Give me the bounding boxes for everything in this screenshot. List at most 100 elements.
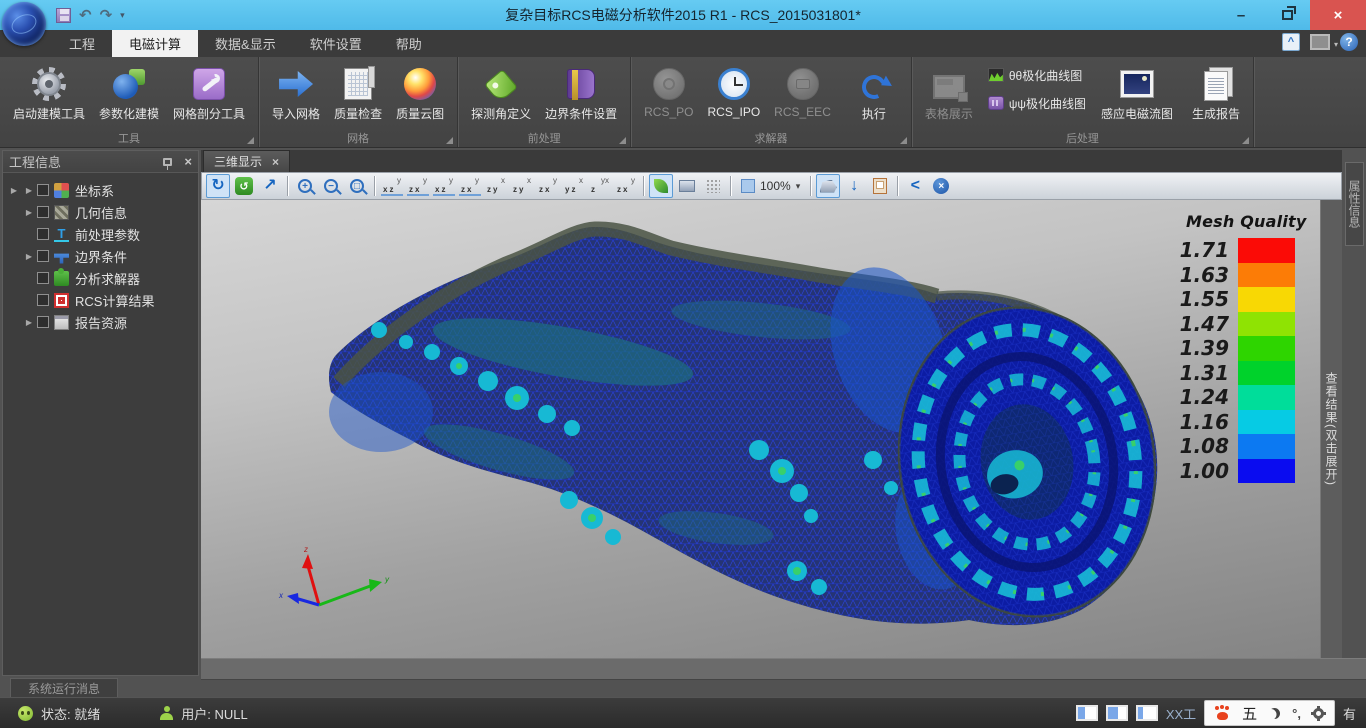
copy-image-button[interactable]: [868, 174, 892, 198]
user-text: 用户: NULL: [181, 704, 248, 723]
dialog-launcher-icon[interactable]: [446, 137, 453, 144]
zoom-out-button[interactable]: −: [319, 174, 343, 198]
import-mesh-button[interactable]: 导入网格: [265, 61, 327, 124]
tree-checkbox[interactable]: [37, 184, 49, 196]
layout-left-icon[interactable]: [1076, 705, 1098, 721]
minimize-button[interactable]: –: [1218, 0, 1264, 30]
dialog-launcher-icon[interactable]: [1242, 137, 1249, 144]
app-logo-icon[interactable]: [2, 2, 46, 46]
tree-checkbox[interactable]: [37, 272, 49, 284]
rcs-po-button[interactable]: RCS_PO: [637, 61, 700, 121]
menu-tab-settings[interactable]: 软件设置: [293, 30, 379, 57]
tree-checkbox[interactable]: [37, 316, 49, 328]
dialog-launcher-icon[interactable]: [619, 137, 626, 144]
view-orientation-7-button[interactable]: yzx: [536, 174, 560, 198]
tab-close-icon[interactable]: ×: [272, 155, 279, 169]
smooth-shade-button[interactable]: [649, 174, 673, 198]
collapsed-message-strip[interactable]: [201, 658, 1366, 680]
induction-em-current-map-button[interactable]: 感应电磁流图: [1094, 61, 1180, 124]
close-view-button[interactable]: ×: [929, 174, 953, 198]
dialog-launcher-icon[interactable]: [247, 137, 254, 144]
3d-viewport[interactable]: z y x Mesh Quality 1.71 1.63 1.55 1.47 1…: [201, 200, 1320, 658]
tree-item-report-resources[interactable]: ▶ 报告资源: [3, 311, 198, 333]
quality-check-button[interactable]: 质量检查: [327, 61, 389, 124]
dialog-launcher-icon[interactable]: [900, 137, 907, 144]
refresh-view-button[interactable]: ↺: [232, 174, 256, 198]
help-icon[interactable]: ?: [1340, 33, 1358, 51]
view-orientation-8-button[interactable]: xyz: [562, 174, 586, 198]
menu-tab-em-compute[interactable]: 电磁计算: [112, 30, 198, 57]
tree-item-coordinate-system[interactable]: ▶ ▶ 坐标系: [3, 179, 198, 201]
ime-punctuation-button[interactable]: °,: [1292, 706, 1301, 721]
ime-halfwidth-moon-icon[interactable]: [1269, 708, 1280, 719]
pin-icon[interactable]: [163, 158, 172, 166]
window-style-icon[interactable]: ▾: [1310, 34, 1330, 50]
zoom-in-button[interactable]: +: [293, 174, 317, 198]
view-orientation-9-button[interactable]: yxz: [588, 174, 612, 198]
menu-tab-help[interactable]: 帮助: [379, 30, 439, 57]
view-orientation-2-button[interactable]: yzx: [406, 174, 430, 198]
view-orientation-6-button[interactable]: xzy: [510, 174, 534, 198]
quality-cloud-map-button[interactable]: 质量云图: [389, 61, 451, 124]
tree-item-preprocess-params[interactable]: T 前处理参数: [3, 223, 198, 245]
rotate-view-button[interactable]: ↻: [206, 174, 230, 198]
tree-item-geometry-info[interactable]: ▶ 几何信息: [3, 201, 198, 223]
close-button[interactable]: ×: [1310, 0, 1366, 30]
expander-icon[interactable]: ▶: [21, 252, 37, 261]
table-display-button[interactable]: 表格展示: [918, 61, 980, 124]
zoom-fit-button[interactable]: □: [345, 174, 369, 198]
flat-shade-button[interactable]: [675, 174, 699, 198]
view-results-strip[interactable]: 查看结果(双击展开): [1320, 200, 1342, 658]
view-orientation-10-button[interactable]: yzx: [614, 174, 638, 198]
layout-right-icon[interactable]: [1136, 705, 1158, 721]
collapse-ribbon-icon[interactable]: ^: [1282, 33, 1300, 51]
expander-icon[interactable]: ▶: [21, 208, 37, 217]
tree-checkbox[interactable]: [37, 250, 49, 262]
tree-checkbox[interactable]: [37, 294, 49, 306]
legend-row: 1.08: [1176, 434, 1314, 459]
surface-select-button[interactable]: [816, 174, 840, 198]
theta-polarization-curve-button[interactable]: θθ极化曲线图: [984, 63, 1090, 87]
tree-item-analysis-solver[interactable]: 分析求解器: [3, 267, 198, 289]
rcs-ipo-button[interactable]: RCS_IPO: [700, 61, 767, 121]
wireframe-grid-button[interactable]: [701, 174, 725, 198]
tree-checkbox[interactable]: [37, 206, 49, 218]
rcs-eec-button[interactable]: RCS_EEC: [767, 61, 838, 121]
panel-close-icon[interactable]: ×: [184, 154, 192, 169]
view-orientation-1-button[interactable]: yxz: [380, 174, 404, 198]
view-orientation-3-button[interactable]: yxz: [432, 174, 456, 198]
model-3d: z y x: [201, 200, 1320, 658]
properties-panel-tab[interactable]: 属性信息: [1345, 162, 1364, 246]
expander-icon[interactable]: ▶: [21, 318, 37, 327]
arrow-down-button[interactable]: ↓: [842, 174, 866, 198]
menu-tab-project[interactable]: 工程: [52, 30, 112, 57]
parametric-modeling-button[interactable]: 参数化建模: [92, 61, 166, 124]
ime-logo-paw-icon[interactable]: [1215, 706, 1230, 720]
expander-icon[interactable]: ▶: [21, 186, 37, 195]
launch-modeling-tool-button[interactable]: 启动建模工具: [6, 61, 92, 124]
psi-polarization-curve-button[interactable]: ψψ极化曲线图: [984, 91, 1090, 115]
probe-angle-define-button[interactable]: 探测角定义: [464, 61, 538, 124]
pan-view-button[interactable]: ↗: [258, 174, 282, 198]
geometry-icon: [54, 205, 69, 220]
share-view-button[interactable]: <: [903, 174, 927, 198]
zoom-level-dropdown[interactable]: 100% ▾: [736, 174, 805, 198]
tab-3d-display[interactable]: 三维显示 ×: [203, 150, 290, 172]
mesh-partition-tool-button[interactable]: 网格剖分工具: [166, 61, 252, 124]
execute-button[interactable]: 执行: [843, 61, 905, 124]
view-orientation-5-button[interactable]: xzy: [484, 174, 508, 198]
legend-color-band: [1238, 410, 1295, 435]
system-message-tab[interactable]: 系统运行消息: [10, 678, 118, 697]
ime-mode-button[interactable]: 五: [1242, 703, 1257, 724]
generate-report-button[interactable]: 生成报告: [1185, 61, 1247, 124]
tree-checkbox[interactable]: [37, 228, 49, 240]
layout-middle-icon[interactable]: [1106, 705, 1128, 721]
view-orientation-4-button[interactable]: yzx: [458, 174, 482, 198]
ime-settings-gear-icon[interactable]: [1313, 708, 1324, 719]
menu-tab-data-display[interactable]: 数据&显示: [198, 30, 293, 57]
tree-item-rcs-results[interactable]: RCS计算结果: [3, 289, 198, 311]
maximize-button[interactable]: [1264, 0, 1310, 30]
boundary-condition-settings-button[interactable]: 边界条件设置: [538, 61, 624, 124]
root-expander-icon[interactable]: ▶: [7, 186, 21, 195]
tree-item-boundary-conditions[interactable]: ▶ 边界条件: [3, 245, 198, 267]
